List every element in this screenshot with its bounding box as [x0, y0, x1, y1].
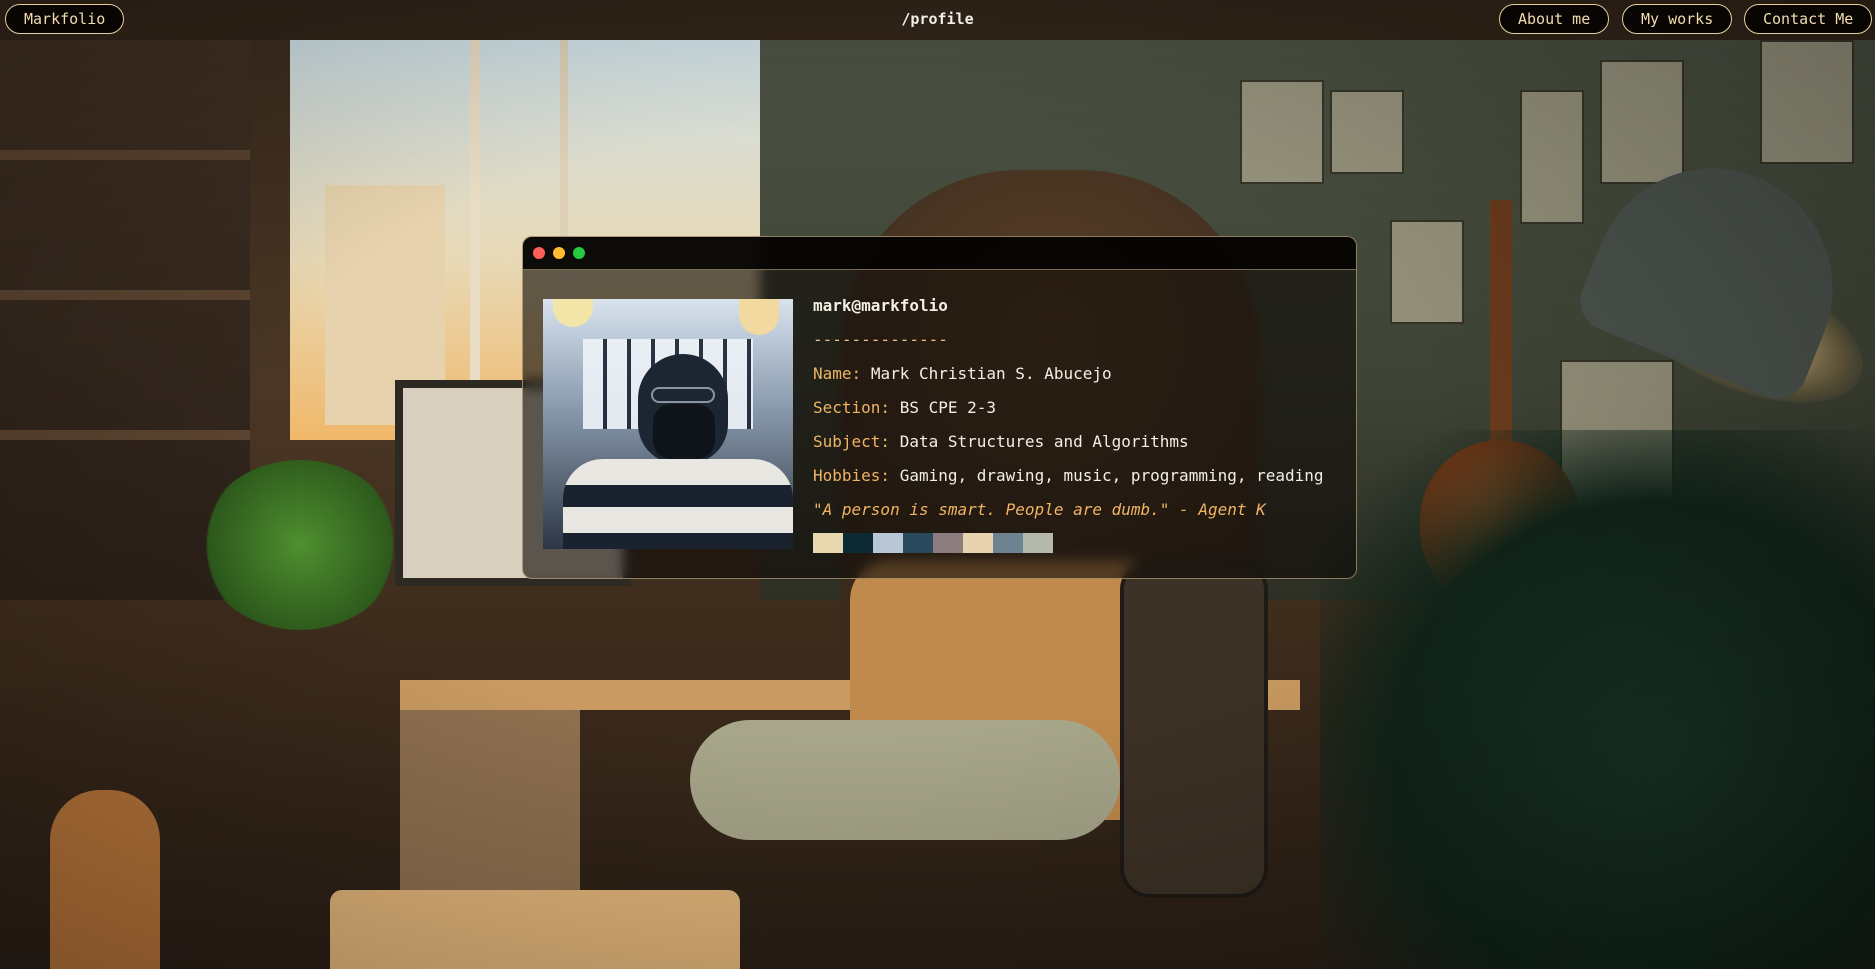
color-swatch	[993, 533, 1023, 553]
color-palette	[813, 533, 1346, 553]
color-swatch	[1023, 533, 1053, 553]
name-key: Name:	[813, 364, 862, 383]
contact-me-button[interactable]: Contact Me	[1744, 4, 1873, 34]
section-key: Section:	[813, 398, 891, 417]
about-me-button[interactable]: About me	[1499, 4, 1610, 34]
hobbies-row: Hobbies: Gaming, drawing, music, program…	[813, 463, 1346, 497]
color-swatch	[843, 533, 873, 553]
maximize-window-dot[interactable]	[573, 247, 585, 259]
color-swatch	[903, 533, 933, 553]
section-value: BS CPE 2-3	[899, 398, 997, 417]
color-swatch	[963, 533, 993, 553]
profile-terminal-window: mark@markfolio -------------- Name: Mark…	[522, 236, 1357, 579]
hobbies-key: Hobbies:	[813, 466, 891, 485]
separator-line: --------------	[813, 330, 948, 349]
color-swatch	[933, 533, 963, 553]
top-navigation: Markfolio /profile About me My works Con…	[0, 0, 1875, 40]
user-host: mark@markfolio	[813, 296, 948, 315]
my-works-button[interactable]: My works	[1622, 4, 1733, 34]
color-swatch	[813, 533, 843, 553]
hobbies-value: Gaming, drawing, music, programming, rea…	[899, 466, 1324, 485]
quote-text: "A person is smart. People are dumb." - …	[813, 500, 1266, 519]
color-swatch	[873, 533, 903, 553]
profile-info: mark@markfolio -------------- Name: Mark…	[813, 293, 1346, 553]
terminal-title-bar	[523, 237, 1356, 270]
profile-photo	[543, 299, 793, 549]
name-row: Name: Mark Christian S. Abucejo	[813, 361, 1346, 395]
minimize-window-dot[interactable]	[553, 247, 565, 259]
subject-row: Subject: Data Structures and Algorithms	[813, 429, 1346, 463]
section-row: Section: BS CPE 2-3	[813, 395, 1346, 429]
subject-value: Data Structures and Algorithms	[899, 432, 1189, 451]
close-window-dot[interactable]	[533, 247, 545, 259]
name-value: Mark Christian S. Abucejo	[870, 364, 1112, 383]
subject-key: Subject:	[813, 432, 891, 451]
